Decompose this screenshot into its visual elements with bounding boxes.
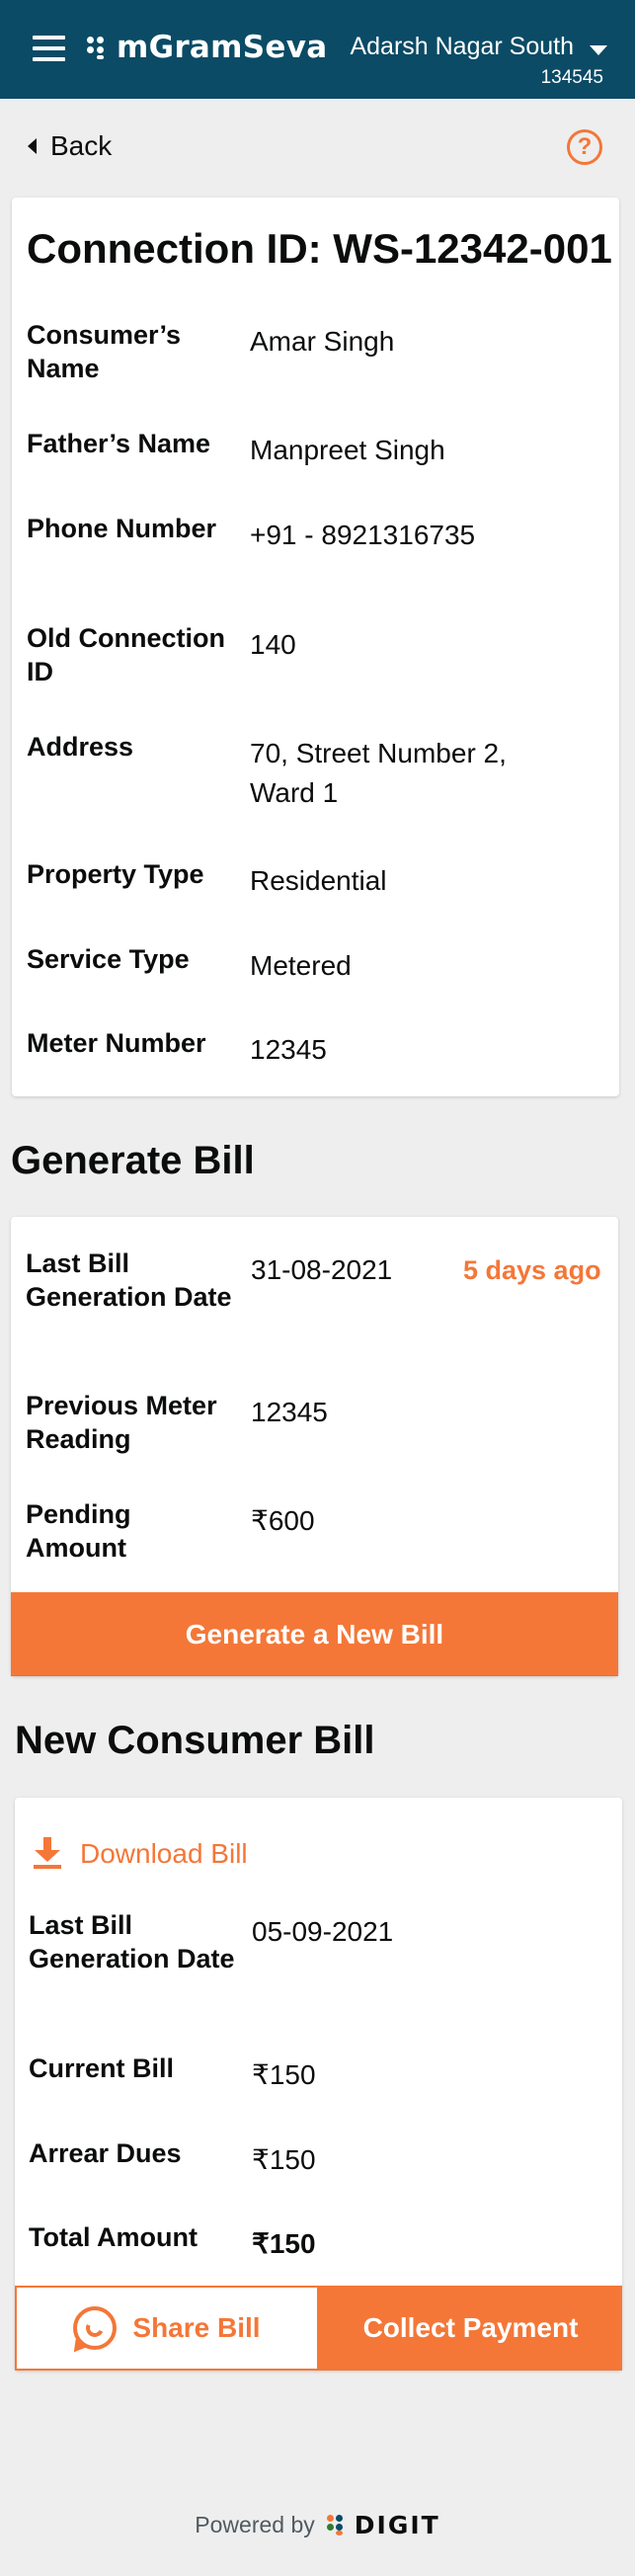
detail-value: 140	[250, 629, 296, 660]
new-consumer-bill-heading: New Consumer Bill	[15, 1719, 375, 1762]
detail-value: Amar Singh	[250, 326, 395, 357]
detail-label: Address	[27, 732, 134, 762]
detail-label: Arrear Dues	[29, 2138, 182, 2168]
detail-label: Pending Amount	[26, 1499, 131, 1563]
powered-by-text: Powered by	[195, 2512, 315, 2537]
digit-logo-icon	[326, 2514, 349, 2536]
app-logo-icon	[87, 36, 111, 59]
detail-value: 12345	[250, 1034, 327, 1065]
share-bill-label: Share Bill	[132, 2312, 261, 2343]
detail-label: Last Bill Generation Date	[26, 1248, 232, 1312]
connection-details-card: Connection ID: WS-12342-001 Consumer’s N…	[12, 198, 619, 1096]
detail-value: ₹600	[251, 1505, 315, 1536]
download-bill-label: Download Bill	[80, 1838, 248, 1869]
detail-label: Consumer’s Name	[27, 320, 182, 383]
total-amount-value: ₹150	[252, 2228, 316, 2259]
detail-label: Phone Number	[27, 514, 217, 543]
location-code: 134545	[540, 67, 603, 88]
connection-id-title: Connection ID: WS-12342-001	[27, 225, 612, 272]
back-arrow-icon	[28, 138, 37, 154]
back-button[interactable]: Back	[28, 130, 112, 162]
detail-label: Previous Meter Reading	[26, 1391, 217, 1454]
generate-bill-heading: Generate Bill	[11, 1139, 255, 1182]
detail-label: Old Connection ID	[27, 623, 225, 686]
download-icon	[33, 1837, 62, 1871]
generate-new-bill-button[interactable]: Generate a New Bill	[11, 1592, 618, 1676]
dropdown-caret-icon[interactable]	[590, 45, 607, 55]
detail-value: ₹150	[252, 2144, 316, 2175]
download-bill-link[interactable]: Download Bill	[33, 1837, 248, 1871]
detail-value: ₹150	[252, 2059, 316, 2090]
share-bill-button[interactable]: Share Bill	[15, 2286, 319, 2371]
location-selector[interactable]: Adarsh Nagar South 134545	[350, 33, 603, 89]
digit-logo: DIGIT	[326, 2511, 440, 2539]
app-header: mGramSeva Adarsh Nagar South 134545	[0, 0, 635, 99]
app-name: mGramSeva	[117, 30, 328, 65]
detail-value: 70, Street Number 2, Ward 1	[250, 738, 507, 808]
detail-label: Meter Number	[27, 1028, 206, 1058]
digit-brand: DIGIT	[354, 2511, 440, 2539]
location-name: Adarsh Nagar South	[350, 33, 574, 60]
detail-value: +91 - 8921316735	[250, 520, 476, 550]
help-icon[interactable]: ?	[567, 129, 602, 165]
detail-value: Manpreet Singh	[250, 435, 445, 465]
detail-label: Total Amount	[29, 2222, 198, 2252]
generate-bill-card: Last Bill Generation Date 31-08-2021 5 d…	[11, 1217, 618, 1676]
detail-value: 05-09-2021	[252, 1916, 394, 1947]
detail-label: Last Bill Generation Date	[29, 1910, 235, 1973]
menu-icon[interactable]	[33, 36, 65, 61]
bill-actions: Share Bill Collect Payment	[15, 2286, 622, 2371]
new-consumer-bill-card: Download Bill Last Bill Generation Date …	[15, 1798, 622, 2371]
footer: Powered by DIGIT	[0, 2511, 635, 2539]
detail-label: Current Bill	[29, 2053, 175, 2083]
detail-label: Service Type	[27, 944, 190, 974]
back-label: Back	[50, 130, 113, 161]
detail-value: Residential	[250, 865, 387, 896]
app-logo: mGramSeva	[87, 30, 327, 65]
detail-value: Metered	[250, 950, 352, 981]
whatsapp-icon	[73, 2306, 118, 2350]
detail-value: 12345	[251, 1397, 328, 1427]
collect-payment-button[interactable]: Collect Payment	[319, 2286, 622, 2371]
detail-label: Property Type	[27, 859, 204, 889]
days-ago-badge: 5 days ago	[463, 1255, 601, 1285]
detail-label: Father’s Name	[27, 429, 211, 458]
